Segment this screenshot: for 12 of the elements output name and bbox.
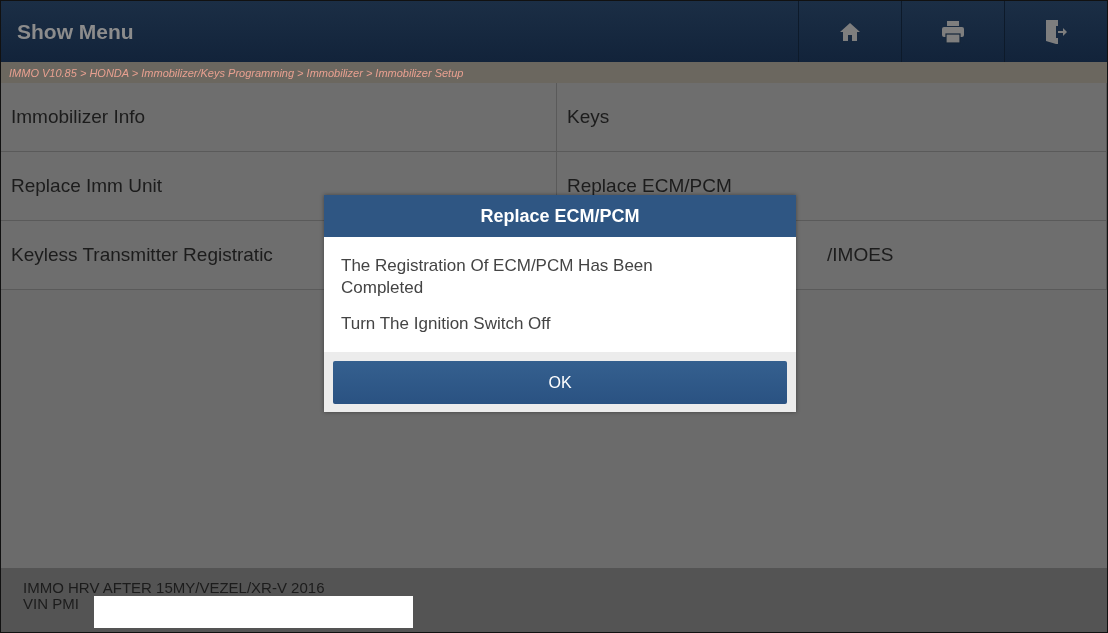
dialog-title: Replace ECM/PCM [324,195,796,237]
exit-door-icon [1044,18,1068,45]
vehicle-info-text: IMMO HRV AFTER 15MY/VEZEL/XR-V 2016 [23,580,326,596]
screen-title: Show Menu [16,19,134,44]
dialog-message: Turn The Ignition Switch Off [341,313,552,335]
printer-icon [941,19,965,44]
home-icon [839,20,861,43]
ok-button[interactable]: OK [333,361,787,404]
menu-item[interactable]: Immobilizer Info [1,83,557,152]
vehicle-info-text: VIN PMI [23,596,80,612]
menu-item[interactable]: Keys [557,83,1107,152]
breadcrumb: IMMO V10.85 > HONDA > Immobilizer/Keys Programming > Immobilizer > Immobilizer Setup [1,62,1107,83]
